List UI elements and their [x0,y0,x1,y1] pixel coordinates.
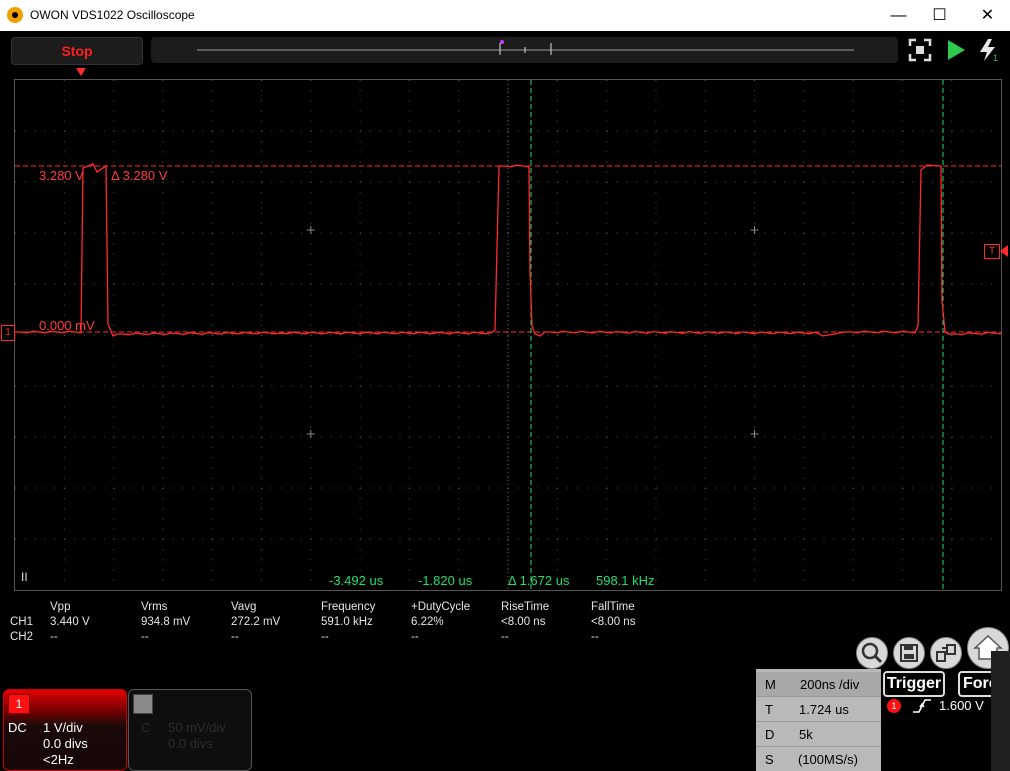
time-cursor-freq-label: 598.1 kHz [596,573,655,588]
export-icon [936,644,956,662]
single-trigger-button[interactable]: 1 [976,37,1002,63]
minimize-button[interactable]: — [876,0,921,31]
ch2-volts-div: 50 mV/div [168,720,226,735]
maximize-button[interactable]: ☐ [917,0,962,31]
measure-ch1-risetime: <8.00 ns [501,616,546,628]
memory-timeline[interactable] [151,37,898,63]
time-cursor-b-label: -1.820 us [418,573,473,588]
time-cursor-delta-label: Δ 1.672 us [508,573,570,588]
trigger-panel[interactable]: Trigger Force 1 1.600 V [881,669,1010,771]
app-logo-icon [7,7,23,23]
measure-header-dutycycle: +DutyCycle [411,601,471,613]
zoom-button[interactable] [856,637,888,669]
measure-ch2-vavg: -- [231,631,239,643]
ch1-ground-marker[interactable]: 1 [1,325,15,341]
measure-ch1-dutycycle: 6.22% [411,616,444,628]
measure-ch2-dutycycle: -- [411,631,419,643]
minimize-icon: — [890,7,907,24]
timebase-row-d[interactable]: D 5k [756,722,881,747]
timebase-d-label: D [765,727,775,742]
scope-display[interactable]: 3.280 V Δ 3.280 V 0.000 mV II -3.492 us … [14,79,1002,591]
measure-header-risetime: RiseTime [501,601,550,613]
close-icon: ✕ [980,7,995,24]
measure-ch2-frequency: -- [321,631,329,643]
cursor-delta-v-label: Δ 3.280 V [111,168,168,183]
ch1-waveform [15,163,1001,337]
cursor-low-label: 0.000 mV [39,318,95,333]
timebase-t-value: 1.724 us [799,702,849,717]
trigger-source-badge: 1 [887,699,901,713]
timebase-m-label: M [765,677,776,692]
run-button[interactable] [944,37,968,63]
measure-ch1-falltime: <8.00 ns [591,616,636,628]
ch1-volts-div: 1 V/div [43,720,83,735]
timebase-s-value: (100MS/s) [798,752,858,767]
ch1-number-badge: 1 [8,694,30,714]
timebase-t-label: T [765,702,773,717]
measure-ch2-falltime: -- [591,631,599,643]
timebase-row-t[interactable]: T 1.724 us [756,697,881,722]
measure-ch2-risetime: -- [501,631,509,643]
ch1-coupling: DC [8,720,27,735]
trigger-level-marker[interactable]: T [984,244,1000,259]
ch1-bandwidth: <2Hz [43,752,74,767]
ch2-offset: 0.0 divs [168,736,213,751]
trigger-button[interactable]: Trigger [883,671,945,697]
trigger-position-marker[interactable] [76,67,88,77]
timeline-graphic [197,40,854,55]
play-icon [948,40,965,60]
autoset-button[interactable] [907,37,933,63]
measurement-table: Vpp Vrms Vavg Frequency +DutyCycle RiseT… [0,600,700,648]
ch2-coupling: C [141,720,151,735]
timebase-row-s[interactable]: S (100MS/s) [756,747,881,771]
rising-edge-icon [913,699,931,713]
measure-header-vavg: Vavg [231,601,257,613]
timebase-row-m[interactable]: M 200ns /div [756,672,881,697]
measure-row-ch2-label: CH2 [10,631,34,643]
ch2-settings-panel[interactable]: 2 C 50 mV/div 0.0 divs [128,689,252,771]
ch2-number-badge: 2 [133,694,153,714]
timeline-trigger-dot [500,40,504,44]
timebase-panel[interactable]: M 200ns /div T 1.724 us D 5k S (100MS/s) [756,669,881,771]
save-button[interactable] [893,637,925,669]
export-button[interactable] [930,637,962,669]
run-state-indicator: II [21,570,28,584]
window-title: OWON VDS1022 Oscilloscope [30,8,195,22]
svg-text:1: 1 [993,53,998,63]
time-cursor-a-label: -3.492 us [329,573,384,588]
measure-ch2-vrms: -- [141,631,149,643]
trigger-level-arrow [1000,245,1008,257]
save-icon [900,644,918,662]
trigger-level-value: 1.600 V [939,698,984,713]
measure-header-falltime: FallTime [591,601,635,613]
cursor-high-label: 3.280 V [39,168,84,183]
ch1-offset: 0.0 divs [43,736,88,751]
right-panel-edge [991,651,1010,771]
scope-grid [15,80,1001,590]
title-bar: OWON VDS1022 Oscilloscope — ☐ ✕ [0,0,1010,31]
stop-button[interactable]: Stop [11,37,143,65]
measure-ch2-vpp: -- [50,631,58,643]
measure-header-frequency: Frequency [321,601,376,613]
measure-ch1-vrms: 934.8 mV [141,616,191,628]
timebase-d-value: 5k [799,727,813,742]
timebase-m-value: 200ns /div [800,677,860,692]
measure-header-vpp: Vpp [50,601,71,613]
measure-ch1-frequency: 591.0 kHz [321,616,373,628]
measure-row-ch1-label: CH1 [10,616,34,628]
maximize-icon: ☐ [932,7,947,24]
lightning-icon: 1 [980,39,998,63]
measure-ch1-vavg: 272.2 mV [231,616,281,628]
measure-header-vrms: Vrms [141,601,168,613]
measure-ch1-vpp: 3.440 V [50,616,90,628]
ch1-settings-panel[interactable]: 1 DC 1 V/div 0.0 divs <2Hz [3,689,127,771]
autoset-icon [908,38,932,62]
magnifier-icon [861,642,883,664]
close-button[interactable]: ✕ [965,0,1010,31]
timebase-s-label: S [765,752,774,767]
